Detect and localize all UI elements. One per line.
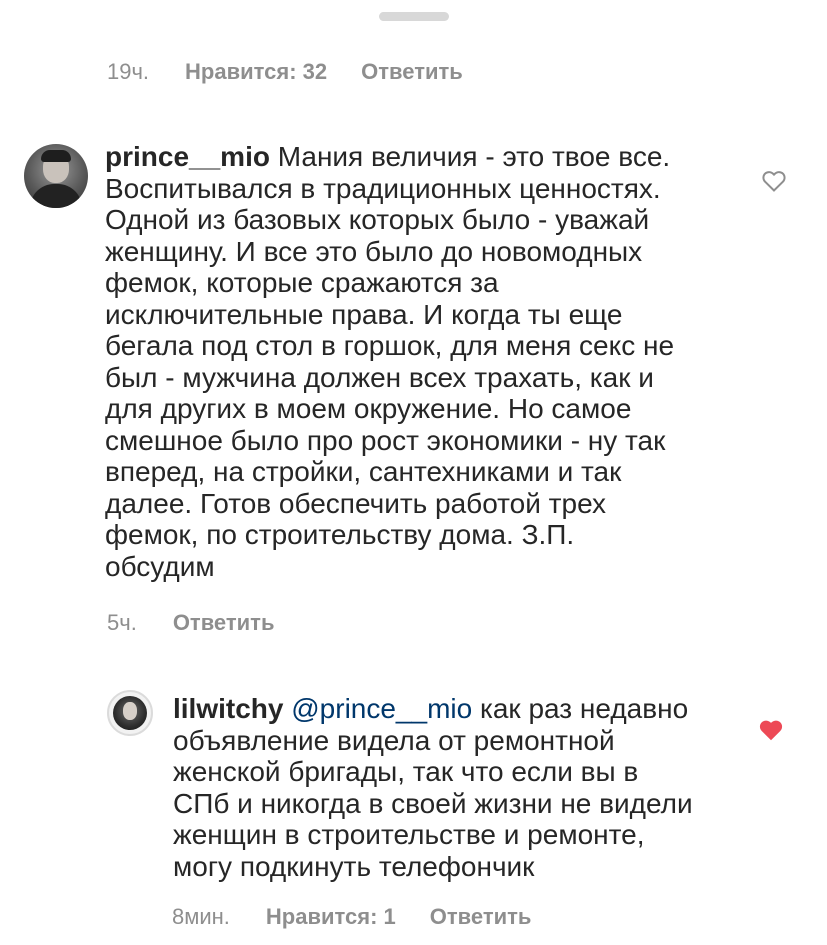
comment-text: Мания величия - это твое все. Воспитывал… xyxy=(105,141,675,582)
reply-button[interactable]: Ответить xyxy=(430,904,532,930)
comment-prince-mio-meta: 5ч. Ответить xyxy=(107,610,308,636)
comment-time: 5ч. xyxy=(107,610,137,635)
heart-outline-icon[interactable] xyxy=(762,170,786,192)
comment-time: 8мин. xyxy=(172,904,230,929)
sheet-drag-handle[interactable] xyxy=(379,12,449,21)
comment-username[interactable]: prince__mio xyxy=(105,141,270,172)
comment-time: 19ч. xyxy=(107,59,150,84)
reply-button[interactable]: Ответить xyxy=(361,59,463,85)
likes-count-button[interactable]: Нравится: 1 xyxy=(266,904,396,930)
comment-prince-mio: prince__mio Мания величия - это твое все… xyxy=(24,141,744,582)
avatar[interactable] xyxy=(107,690,153,736)
comment-lilwitchy-meta: 8мин. Нравится: 1 Ответить xyxy=(172,904,565,930)
previous-comment-meta: 19ч. Нравится: 32 Ответить xyxy=(107,59,497,85)
avatar[interactable] xyxy=(24,144,88,208)
heart-filled-icon[interactable] xyxy=(759,719,783,741)
comment-body: prince__mio Мания величия - это твое все… xyxy=(105,141,674,582)
comment-lilwitchy: lilwitchy @prince__mio как раз недавно о… xyxy=(107,690,747,882)
mention-link[interactable]: @prince__mio xyxy=(283,693,472,724)
likes-count-button[interactable]: Нравится: 32 xyxy=(185,59,327,85)
reply-button[interactable]: Ответить xyxy=(173,610,275,636)
comment-body: lilwitchy @prince__mio как раз недавно о… xyxy=(173,693,693,882)
comment-username[interactable]: lilwitchy xyxy=(173,693,283,724)
